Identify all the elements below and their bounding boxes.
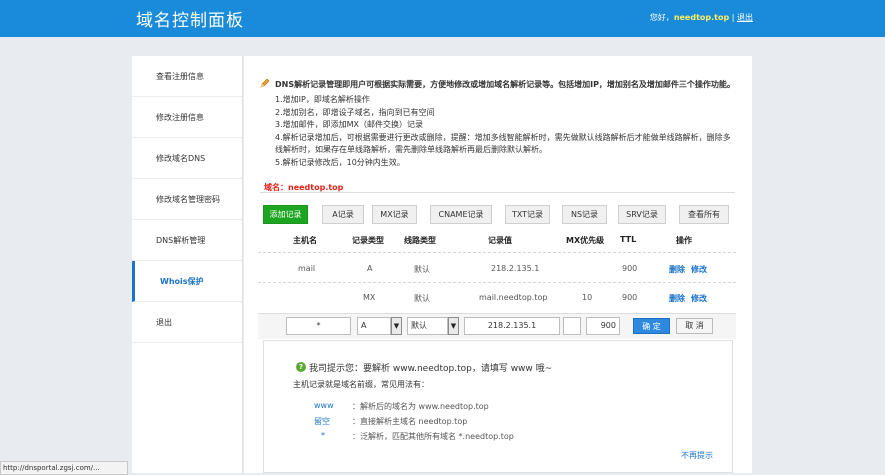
mx-record-button[interactable]: MX记录	[372, 205, 417, 224]
sidebar-item-logout[interactable]: 退出	[132, 302, 242, 343]
divider: |	[729, 13, 737, 22]
col-header-mx: MX优先级	[566, 236, 605, 245]
row-divider	[258, 282, 736, 283]
col-header-line: 线路类型	[404, 236, 436, 245]
question-icon: ?	[296, 362, 306, 372]
confirm-button[interactable]: 确 定	[633, 318, 670, 334]
edit-link[interactable]: 修改	[691, 264, 707, 275]
delete-link[interactable]: 删除	[669, 293, 685, 304]
tip-key-www: www	[314, 401, 334, 410]
tip-key-wildcard: *	[321, 431, 325, 440]
col-header-host: 主机名	[293, 236, 317, 245]
view-all-button[interactable]: 查看所有	[679, 205, 729, 224]
cname-record-button[interactable]: CNAME记录	[430, 205, 492, 224]
notice-line: 1.增加IP，即域名解析操作	[275, 95, 370, 104]
ttl-input[interactable]: 900	[586, 317, 620, 335]
a-record-button[interactable]: A记录	[322, 205, 364, 224]
divider-line	[260, 192, 735, 193]
tip-subtitle: 主机记录就是域名前缀，常见用法有：	[293, 380, 429, 389]
cell-ttl: 900	[622, 293, 638, 302]
tip-key-blank: 留空	[314, 417, 330, 426]
srv-record-button[interactable]: SRV记录	[618, 205, 666, 224]
notice-line: 5.解析记录修改后，10分钟内生效。	[275, 157, 405, 167]
notice-list: 1.增加IP，即域名解析操作 2.增加别名，即增设子域名，指向到已有空间 3.增…	[275, 94, 740, 169]
line-select[interactable]: 默认	[407, 317, 448, 335]
cell-type: A	[367, 264, 373, 273]
col-header-ops: 操作	[676, 236, 692, 245]
sidebar-item-edit-dns[interactable]: 修改域名DNS	[132, 138, 242, 179]
value-input[interactable]: 218.2.135.1	[464, 317, 560, 335]
row-divider	[258, 252, 736, 253]
browser-status-bar: http://dnsportal.zgsj.com/...	[0, 461, 128, 475]
notice-line: 线解析时，如果存在单线路解析，需先删除单线路解析再最后删除默认解析。	[275, 145, 547, 154]
cancel-button[interactable]: 取 消	[676, 318, 713, 334]
cell-value: 218.2.135.1	[491, 264, 540, 273]
notice-line: 3.增加邮件，即添加MX（邮件交换）记录	[275, 120, 424, 129]
sidebar-item-view-registration[interactable]: 查看注册信息	[132, 56, 242, 97]
cell-line: 默认	[414, 265, 430, 274]
delete-link[interactable]: 删除	[669, 264, 685, 275]
tip-desc: ：直接解析主域名 needtop.top	[352, 417, 468, 426]
sidebar-item-edit-registration[interactable]: 修改注册信息	[132, 97, 242, 138]
sidebar-item-edit-password[interactable]: 修改域名管理密码	[132, 179, 242, 220]
main-panel: DNS解析记录管理即用户可根据实际需要，方便地修改或增加域名解析记录等。包括增加…	[244, 56, 752, 473]
cell-ttl: 900	[622, 264, 638, 273]
page-title: 域名控制面板	[136, 11, 244, 31]
tip-title: 我司提示您：要解析 www.needtop.top，请填写 www 哦~	[309, 364, 553, 374]
host-input[interactable]: *	[286, 317, 351, 335]
edit-link[interactable]: 修改	[691, 293, 707, 304]
type-select[interactable]: A	[357, 317, 391, 335]
line-dropdown-arrow-icon[interactable]: ▼	[448, 317, 459, 335]
cell-host: mail	[298, 264, 316, 273]
col-header-ttl: TTL	[620, 235, 637, 244]
tip-desc: ：解析后的域名为 www.needtop.top	[352, 402, 489, 411]
dismiss-tip-link[interactable]: 不再提示	[681, 450, 713, 461]
notice-line: 2.增加别名，即增设子域名，指向到已有空间	[275, 107, 435, 117]
greeting-text: 您好，	[649, 13, 674, 22]
username-link[interactable]: needtop.top	[674, 13, 729, 22]
sidebar: 查看注册信息 修改注册信息 修改域名DNS 修改域名管理密码 DNS解析管理 W…	[132, 56, 243, 473]
col-header-value: 记录值	[488, 236, 512, 245]
add-record-button[interactable]: 添加记录	[263, 205, 308, 224]
cell-value: mail.needtop.top	[479, 293, 548, 302]
sidebar-item-whois[interactable]: Whois保护	[132, 261, 242, 302]
sidebar-item-dns-management[interactable]: DNS解析管理	[132, 220, 242, 261]
cell-type: MX	[363, 293, 376, 302]
cell-mx: 10	[582, 293, 593, 302]
logout-link[interactable]: 退出	[737, 13, 753, 22]
top-header: 域名控制面板 您好，needtop.top | 退出	[0, 0, 885, 37]
col-header-type: 记录类型	[352, 236, 384, 245]
tip-desc: ：泛解析，匹配其他所有域名 *.needtop.top	[352, 432, 514, 441]
mx-priority-input[interactable]	[563, 317, 581, 335]
user-info: 您好，needtop.top | 退出	[650, 12, 753, 23]
notice-heading: DNS解析记录管理即用户可根据实际需要，方便地修改或增加域名解析记录等。包括增加…	[275, 80, 735, 89]
pencil-icon	[260, 78, 270, 88]
notice-line: 4.解析记录增加后，可根据需要进行更改或删除，提醒：增加多线智能解析时，需先做默…	[275, 132, 731, 142]
txt-record-button[interactable]: TXT记录	[505, 205, 550, 224]
cell-line: 默认	[414, 294, 430, 303]
type-dropdown-arrow-icon[interactable]: ▼	[391, 317, 402, 335]
ns-record-button[interactable]: NS记录	[562, 205, 607, 224]
